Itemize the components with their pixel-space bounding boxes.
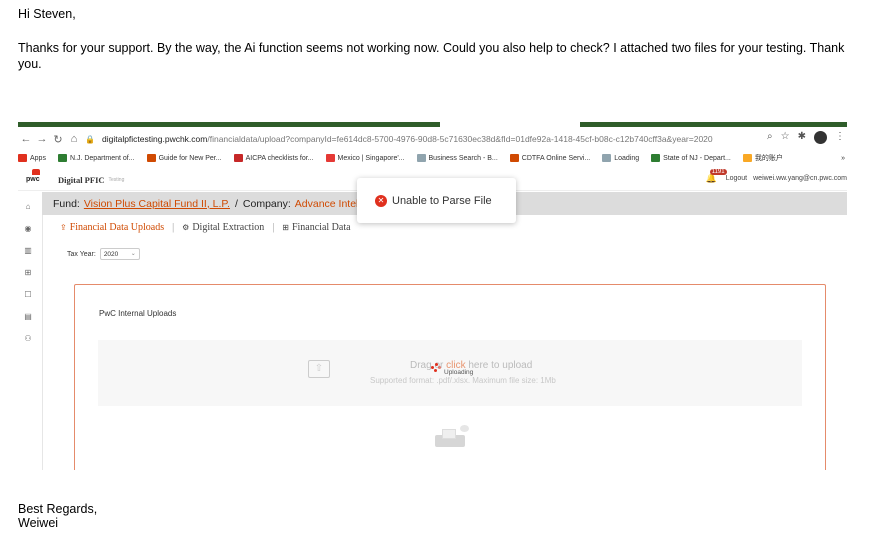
bookmark-item[interactable]: Business Search - B... bbox=[416, 154, 498, 162]
panel-title: PwC Internal Uploads bbox=[99, 309, 177, 318]
error-icon: ✕ bbox=[375, 194, 387, 207]
notification-badge: 1191 bbox=[709, 169, 727, 175]
app-title: Digital PFIC bbox=[58, 174, 105, 185]
bookmark-item[interactable]: State of NJ - Depart... bbox=[651, 154, 731, 162]
bookmark-item[interactable]: Apps bbox=[18, 154, 46, 162]
uploading-label: Uploading bbox=[444, 369, 474, 376]
url-host: digitalpfictesting.pwchk.com bbox=[102, 134, 208, 144]
bookmark-favicon-icon bbox=[651, 154, 661, 162]
grid-nav-icon[interactable]: ⊞ bbox=[25, 268, 32, 278]
embedded-screenshot: ← → ↻ ⌂ 🔒 digitalpfictesting.pwchk.com/f… bbox=[18, 122, 847, 470]
email-greeting: Hi Steven, bbox=[18, 7, 76, 21]
upload-panel: PwC Internal Uploads ⇧ Drag or click her… bbox=[74, 284, 826, 470]
back-icon[interactable]: ← bbox=[18, 133, 34, 145]
bookmark-item[interactable]: Mexico | Singapore'... bbox=[325, 154, 405, 162]
fund-link[interactable]: Vision Plus Capital Fund II, L.P. bbox=[84, 198, 230, 210]
lock-icon: 🔒 bbox=[85, 134, 95, 144]
bookmark-item[interactable]: CDTFA Online Servi... bbox=[509, 154, 590, 162]
globe-nav-icon[interactable]: ◉ bbox=[25, 224, 32, 234]
extensions-icon[interactable]: ✱ bbox=[798, 131, 806, 144]
more-bookmarks-icon[interactable]: » bbox=[841, 155, 845, 162]
url-field[interactable]: digitalpfictesting.pwchk.com/financialda… bbox=[102, 134, 713, 144]
tab-financial-data-uploads[interactable]: ⇪ Financial Data Uploads bbox=[60, 222, 164, 233]
bookmark-favicon-icon bbox=[233, 154, 243, 162]
tab-digital-extraction[interactable]: ⚙ Digital Extraction bbox=[182, 222, 264, 233]
bookmark-favicon-icon bbox=[416, 154, 426, 162]
supported-format-note: Supported format: .pdf/.xlsx. Maximum fi… bbox=[370, 376, 556, 385]
users-nav-icon[interactable]: ⚇ bbox=[24, 334, 31, 344]
error-toast: ✕ Unable to Parse File bbox=[357, 178, 516, 223]
env-tag: Testing bbox=[108, 176, 125, 183]
bookmark-favicon-icon bbox=[57, 154, 67, 162]
company-label: Company: bbox=[242, 197, 291, 210]
bell-icon[interactable]: 🔔 1191 bbox=[706, 169, 727, 183]
document-nav-icon[interactable]: ▤ bbox=[24, 312, 32, 322]
browser-actions: ⌕ ☆ ✱ ⋮ bbox=[767, 131, 845, 144]
bookmark-item[interactable]: N.J. Department of... bbox=[57, 154, 135, 162]
upload-icon: ⇧ bbox=[308, 360, 330, 378]
tax-year-select[interactable]: 2020 ⌄ bbox=[99, 248, 140, 260]
logout-link[interactable]: Logout bbox=[726, 175, 747, 182]
building-nav-icon[interactable]: ▥ bbox=[24, 246, 32, 256]
box-nav-icon[interactable]: ☐ bbox=[24, 290, 31, 300]
fund-label: Fund: bbox=[53, 197, 80, 210]
tab-bar: ⇪ Financial Data Uploads | ⚙ Digital Extra… bbox=[60, 222, 351, 233]
tab-separator: | bbox=[272, 222, 275, 233]
upload-icon: ⇪ bbox=[60, 223, 67, 232]
tax-year-label: Tax Year: bbox=[67, 250, 96, 258]
window-top-bar bbox=[18, 122, 440, 127]
bookmark-item[interactable]: 我的账户 bbox=[742, 153, 783, 163]
forward-icon[interactable]: → bbox=[34, 133, 50, 145]
bookmark-favicon-icon bbox=[742, 154, 752, 162]
profile-avatar[interactable] bbox=[814, 131, 827, 144]
star-icon[interactable]: ☆ bbox=[781, 131, 790, 144]
window-top-bar bbox=[580, 122, 847, 127]
chevron-down-icon: ⌄ bbox=[130, 251, 136, 257]
home-icon[interactable]: ⌂ bbox=[66, 133, 82, 145]
sidebar-divider bbox=[42, 202, 43, 470]
reload-icon[interactable]: ↻ bbox=[50, 133, 66, 146]
company-name: Advance Intel bbox=[294, 197, 359, 210]
email-signature: Weiwei bbox=[18, 516, 59, 530]
tab-financial-data[interactable]: ⊞ Financial Data bbox=[282, 222, 350, 233]
bookmark-item[interactable]: AICPA checklists for... bbox=[233, 154, 314, 162]
loading-spinner-icon bbox=[431, 363, 441, 373]
apps-grid-icon bbox=[18, 154, 27, 162]
bookmark-item[interactable]: Guide for New Per... bbox=[146, 154, 222, 162]
empty-tray-icon bbox=[435, 425, 469, 447]
bookmark-item[interactable]: Loading bbox=[602, 154, 639, 162]
bookmarks-bar: Apps N.J. Department of... Guide for New P… bbox=[18, 151, 847, 165]
bookmark-favicon-icon bbox=[509, 154, 519, 162]
bookmark-favicon-icon bbox=[146, 154, 156, 162]
bookmark-favicon-icon bbox=[325, 154, 335, 162]
table-icon: ⊞ bbox=[282, 223, 289, 232]
user-email: weiwei.ww.yang@cn.pwc.com bbox=[753, 174, 847, 182]
header-right: 🔔 1191 Logout weiwei.ww.yang@cn.pwc.com bbox=[706, 169, 847, 183]
tax-year-filter: Tax Year: 2020 ⌄ bbox=[67, 248, 140, 260]
zoom-icon[interactable]: ⌕ bbox=[767, 131, 773, 144]
app-sidebar: ⌂ ◉ ▥ ⊞ ☐ ▤ ⚇ bbox=[18, 202, 38, 344]
browser-address-bar: ← → ↻ ⌂ 🔒 digitalpfictesting.pwchk.com/f… bbox=[18, 129, 847, 149]
pwc-logo: pwc bbox=[26, 169, 46, 183]
breadcrumb-separator: / bbox=[234, 197, 238, 210]
bookmark-favicon-icon bbox=[602, 154, 612, 162]
tab-separator: | bbox=[172, 222, 175, 233]
email-body: Thanks for your support. By the way, the… bbox=[18, 41, 845, 71]
home-nav-icon[interactable]: ⌂ bbox=[26, 202, 31, 212]
upload-dropzone[interactable]: ⇧ Drag or click here to upload Supported… bbox=[98, 340, 802, 406]
menu-icon[interactable]: ⋮ bbox=[835, 131, 845, 144]
extraction-icon: ⚙ bbox=[182, 223, 190, 232]
toast-message: Unable to Parse File bbox=[392, 194, 492, 207]
url-path: /financialdata/upload?companyId=fe614dc8… bbox=[207, 134, 713, 144]
